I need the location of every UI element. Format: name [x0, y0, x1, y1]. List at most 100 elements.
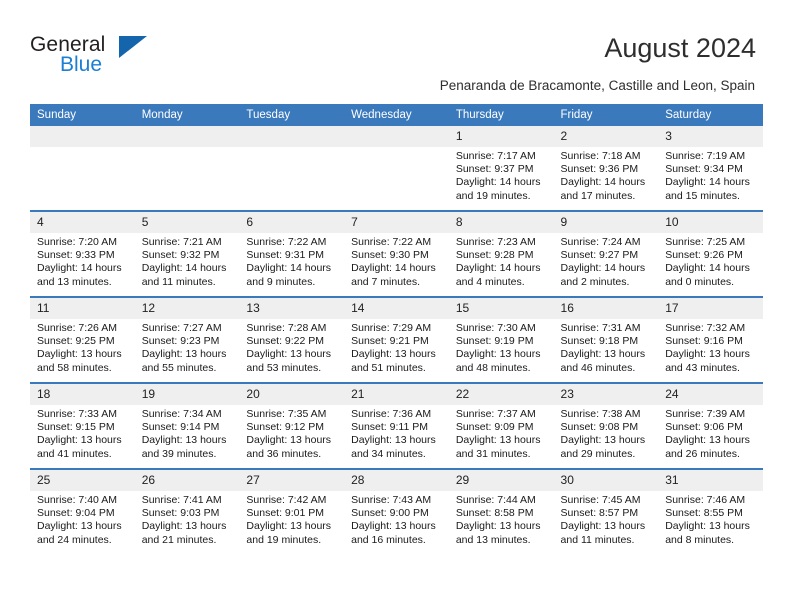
day-details: Sunrise: 7:23 AM Sunset: 9:28 PM Daylight:…	[449, 233, 554, 289]
daylight-duration-line2: and 21 minutes.	[141, 533, 217, 546]
sunset-time: Sunset: 9:18 PM	[560, 335, 639, 348]
sunset-time: Sunset: 9:14 PM	[141, 421, 220, 434]
day-number: 10	[658, 212, 763, 233]
calendar-day-cell[interactable]: 2 Sunrise: 7:18 AM Sunset: 9:36 PM Daylight…	[553, 126, 659, 211]
calendar-day-cell[interactable]: 4 Sunrise: 7:20 AM Sunset: 9:33 PM Daylight…	[30, 210, 135, 297]
calendar-day-cell[interactable]: 14 Sunrise: 7:29 AM Sunset: 9:21 PM Dayligh…	[344, 296, 449, 383]
calendar-week-row: 1 Sunrise: 7:17 AM Sunset: 9:37 PM Daylight…	[30, 126, 763, 211]
general-blue-logo[interactable]: General Blue	[30, 33, 180, 83]
calendar-day-cell[interactable]: 16 Sunrise: 7:31 AM Sunset: 9:18 PM Dayligh…	[553, 296, 659, 383]
day-number: 24	[658, 384, 763, 405]
calendar-day-cell[interactable]: 23 Sunrise: 7:38 AM Sunset: 9:08 PM Dayligh…	[553, 382, 659, 469]
weekday-header-tuesday: Tuesday	[239, 104, 345, 126]
calendar-day-cell[interactable]: 15 Sunrise: 7:30 AM Sunset: 9:19 PM Dayligh…	[448, 296, 554, 383]
day-number: 18	[30, 384, 135, 405]
calendar-week-row: 25 Sunrise: 7:40 AM Sunset: 9:04 PM Dayligh…	[30, 468, 763, 554]
calendar-day-cell[interactable]: 7 Sunrise: 7:22 AM Sunset: 9:30 PM Daylight…	[344, 210, 449, 297]
calendar-day-cell[interactable]: 18 Sunrise: 7:33 AM Sunset: 9:15 PM Dayligh…	[30, 382, 135, 469]
day-details: Sunrise: 7:25 AM Sunset: 9:26 PM Daylight:…	[658, 233, 763, 289]
sunrise-time: Sunrise: 7:46 AM	[665, 494, 746, 506]
day-number: 17	[658, 298, 763, 319]
daylight-duration-line1: Daylight: 14 hours	[141, 262, 227, 275]
sunset-time: Sunset: 9:25 PM	[37, 335, 115, 348]
calendar-day-cell[interactable]: 26 Sunrise: 7:41 AM Sunset: 9:03 PM Dayligh…	[134, 468, 240, 554]
daylight-duration-line1: Daylight: 14 hours	[665, 262, 750, 275]
calendar-body: 1 Sunrise: 7:17 AM Sunset: 9:37 PM Daylight…	[30, 126, 763, 554]
daylight-duration-line1: Daylight: 13 hours	[141, 348, 227, 361]
calendar-day-cell-empty	[239, 126, 345, 211]
sunrise-time: Sunrise: 7:28 AM	[246, 322, 327, 334]
sunset-time: Sunset: 9:03 PM	[141, 507, 220, 520]
daylight-duration-line1: Daylight: 13 hours	[455, 434, 541, 447]
sunrise-time: Sunrise: 7:26 AM	[37, 322, 117, 334]
daylight-duration-line1: Daylight: 13 hours	[455, 348, 541, 361]
calendar-day-cell[interactable]: 11 Sunrise: 7:26 AM Sunset: 9:25 PM Dayligh…	[30, 296, 135, 383]
day-details: Sunrise: 7:36 AM Sunset: 9:11 PM Daylight:…	[344, 405, 449, 461]
sunset-time: Sunset: 9:31 PM	[246, 249, 325, 262]
sunrise-time: Sunrise: 7:29 AM	[351, 322, 432, 334]
calendar-day-cell[interactable]: 28 Sunrise: 7:43 AM Sunset: 9:00 PM Dayligh…	[344, 468, 449, 554]
calendar-day-cell[interactable]: 27 Sunrise: 7:42 AM Sunset: 9:01 PM Dayligh…	[239, 468, 345, 554]
daylight-duration-line2: and 48 minutes.	[455, 361, 531, 374]
sunset-time: Sunset: 9:06 PM	[665, 421, 743, 434]
daylight-duration-line2: and 24 minutes.	[37, 533, 112, 546]
calendar-day-cell[interactable]: 20 Sunrise: 7:35 AM Sunset: 9:12 PM Dayligh…	[239, 382, 345, 469]
calendar-day-cell[interactable]: 6 Sunrise: 7:22 AM Sunset: 9:31 PM Daylight…	[239, 210, 345, 297]
daylight-duration-line1: Daylight: 13 hours	[37, 348, 122, 361]
sunset-time: Sunset: 9:04 PM	[37, 507, 115, 520]
daylight-duration-line1: Daylight: 14 hours	[455, 176, 541, 189]
calendar-day-cell[interactable]: 19 Sunrise: 7:34 AM Sunset: 9:14 PM Dayligh…	[134, 382, 240, 469]
day-details: Sunrise: 7:32 AM Sunset: 9:16 PM Daylight:…	[658, 319, 763, 375]
sunrise-time: Sunrise: 7:38 AM	[560, 408, 641, 420]
calendar-day-cell[interactable]: 31 Sunrise: 7:46 AM Sunset: 8:55 PM Dayligh…	[658, 468, 763, 554]
day-details: Sunrise: 7:43 AM Sunset: 9:00 PM Daylight:…	[344, 491, 449, 547]
day-number: 8	[448, 212, 554, 233]
daylight-duration-line2: and 58 minutes.	[37, 361, 112, 374]
day-details: Sunrise: 7:24 AM Sunset: 9:27 PM Daylight:…	[554, 233, 659, 289]
calendar-day-cell[interactable]: 29 Sunrise: 7:44 AM Sunset: 8:58 PM Dayligh…	[448, 468, 554, 554]
sunset-time: Sunset: 9:36 PM	[560, 163, 639, 176]
sunrise-time: Sunrise: 7:42 AM	[246, 494, 327, 506]
day-number	[344, 126, 449, 147]
weekday-header-saturday: Saturday	[658, 104, 763, 126]
day-number	[239, 126, 345, 147]
calendar-day-cell[interactable]: 1 Sunrise: 7:17 AM Sunset: 9:37 PM Daylight…	[448, 126, 554, 211]
sunrise-time: Sunrise: 7:31 AM	[560, 322, 641, 334]
daylight-duration-line2: and 34 minutes.	[351, 447, 426, 460]
logo-triangle-icon	[119, 36, 147, 58]
calendar-day-cell[interactable]: 21 Sunrise: 7:36 AM Sunset: 9:11 PM Dayligh…	[344, 382, 449, 469]
calendar-day-cell[interactable]: 22 Sunrise: 7:37 AM Sunset: 9:09 PM Dayligh…	[448, 382, 554, 469]
day-number	[30, 126, 135, 147]
day-details: Sunrise: 7:20 AM Sunset: 9:33 PM Daylight:…	[30, 233, 135, 289]
sunrise-time: Sunrise: 7:39 AM	[665, 408, 746, 420]
calendar-day-cell[interactable]: 12 Sunrise: 7:27 AM Sunset: 9:23 PM Dayligh…	[134, 296, 240, 383]
day-number: 2	[553, 126, 659, 147]
daylight-duration-line2: and 17 minutes.	[560, 189, 636, 202]
daylight-duration-line1: Daylight: 14 hours	[560, 176, 646, 189]
calendar-day-cell-empty	[134, 126, 240, 211]
daylight-duration-line2: and 43 minutes.	[665, 361, 740, 374]
page-title: August 2024	[604, 33, 756, 63]
daylight-duration-line2: and 29 minutes.	[560, 447, 636, 460]
sunset-time: Sunset: 9:01 PM	[246, 507, 325, 520]
calendar-day-cell[interactable]: 25 Sunrise: 7:40 AM Sunset: 9:04 PM Dayligh…	[30, 468, 135, 554]
calendar-day-cell[interactable]: 13 Sunrise: 7:28 AM Sunset: 9:22 PM Dayligh…	[239, 296, 345, 383]
calendar-day-cell[interactable]: 10 Sunrise: 7:25 AM Sunset: 9:26 PM Dayligh…	[658, 210, 763, 297]
daylight-duration-line2: and 16 minutes.	[351, 533, 426, 546]
calendar-week-row: 11 Sunrise: 7:26 AM Sunset: 9:25 PM Dayligh…	[30, 296, 763, 383]
calendar-day-cell[interactable]: 8 Sunrise: 7:23 AM Sunset: 9:28 PM Daylight…	[448, 210, 554, 297]
calendar-day-cell[interactable]: 30 Sunrise: 7:45 AM Sunset: 8:57 PM Dayligh…	[553, 468, 659, 554]
calendar-day-cell[interactable]: 3 Sunrise: 7:19 AM Sunset: 9:34 PM Daylight…	[658, 126, 763, 211]
daylight-duration-line2: and 9 minutes.	[246, 275, 316, 288]
day-number: 16	[553, 298, 659, 319]
calendar-day-cell[interactable]: 17 Sunrise: 7:32 AM Sunset: 9:16 PM Dayligh…	[658, 296, 763, 383]
calendar-day-cell[interactable]: 5 Sunrise: 7:21 AM Sunset: 9:32 PM Daylight…	[134, 210, 240, 297]
sunrise-time: Sunrise: 7:22 AM	[351, 236, 432, 248]
calendar-day-cell[interactable]: 9 Sunrise: 7:24 AM Sunset: 9:27 PM Daylight…	[553, 210, 659, 297]
calendar-day-cell[interactable]: 24 Sunrise: 7:39 AM Sunset: 9:06 PM Dayligh…	[658, 382, 763, 469]
sunset-time: Sunset: 9:33 PM	[37, 249, 115, 262]
day-details: Sunrise: 7:46 AM Sunset: 8:55 PM Daylight:…	[658, 491, 763, 547]
day-details: Sunrise: 7:40 AM Sunset: 9:04 PM Daylight:…	[30, 491, 135, 547]
day-details: Sunrise: 7:45 AM Sunset: 8:57 PM Daylight:…	[554, 491, 659, 547]
daylight-duration-line2: and 46 minutes.	[560, 361, 636, 374]
